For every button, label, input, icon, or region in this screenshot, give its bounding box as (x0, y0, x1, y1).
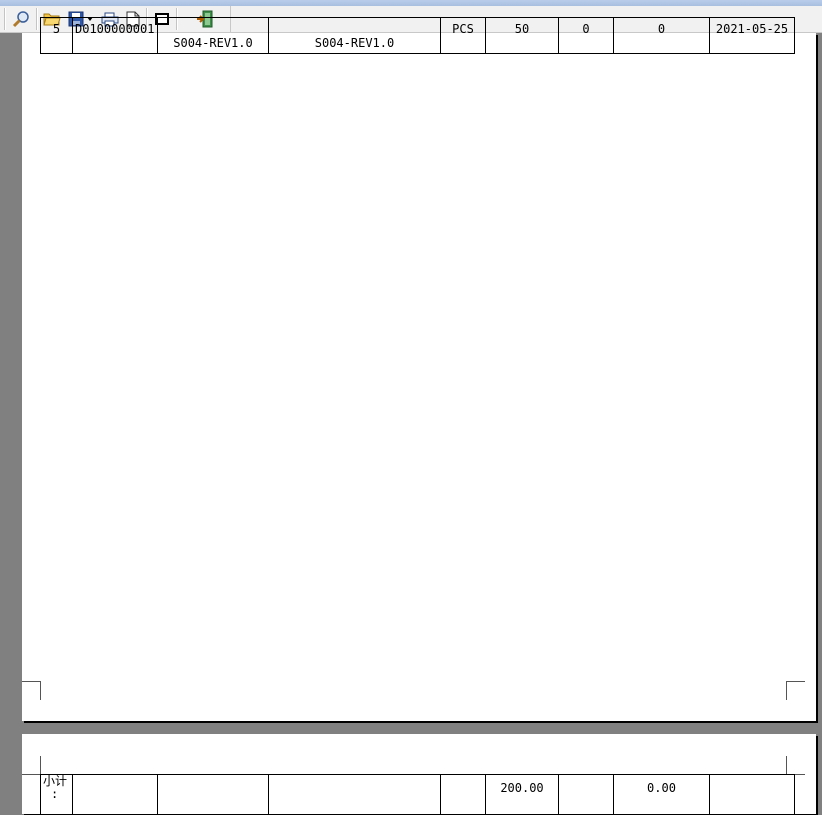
crop-mark (22, 756, 41, 775)
toolbar-separator (4, 8, 6, 30)
crop-mark (786, 681, 805, 700)
empty-cell (440, 774, 486, 815)
empty-cell (72, 774, 158, 815)
quantity-total-cell: 200.00 (485, 774, 559, 815)
part-spec-cell: S004-REV1.0 (157, 17, 269, 54)
empty-cell (157, 774, 269, 815)
empty-cell (709, 774, 795, 815)
empty-cell (558, 774, 614, 815)
zoom-button[interactable] (10, 9, 32, 29)
material-code-cell: D0100000001 (72, 17, 158, 54)
amount-cell: 0 (613, 17, 710, 54)
report-page-1: 5 D0100000001 S004-REV1.0 S004-REV1.0 PC… (22, 17, 816, 721)
subtotal-colon: : (51, 787, 59, 801)
report-page-2: 小计 : 200.00 0.00 (22, 734, 816, 815)
price-cell: 0 (558, 17, 614, 54)
subtotal-row: 小计 : 200.00 0.00 (40, 774, 795, 815)
quantity-cell: 50 (485, 17, 559, 54)
zoom-icon (12, 11, 29, 28)
unit-cell: PCS (440, 17, 486, 54)
detail-table: 5 D0100000001 S004-REV1.0 S004-REV1.0 PC… (40, 17, 795, 54)
empty-cell (268, 774, 441, 815)
date-cell: 2021-05-25 (709, 17, 795, 54)
table-row: 5 D0100000001 S004-REV1.0 S004-REV1.0 PC… (40, 17, 795, 54)
toolbar-separator (36, 8, 38, 30)
part-name-cell: S004-REV1.0 (268, 17, 441, 54)
crop-mark (22, 681, 41, 700)
amount-total-cell: 0.00 (613, 774, 710, 815)
subtotal-label-cell: 小计 : (40, 774, 73, 815)
crop-mark (786, 756, 805, 775)
row-number-cell: 5 (40, 17, 73, 54)
subtotal-table: 小计 : 200.00 0.00 (40, 774, 795, 815)
